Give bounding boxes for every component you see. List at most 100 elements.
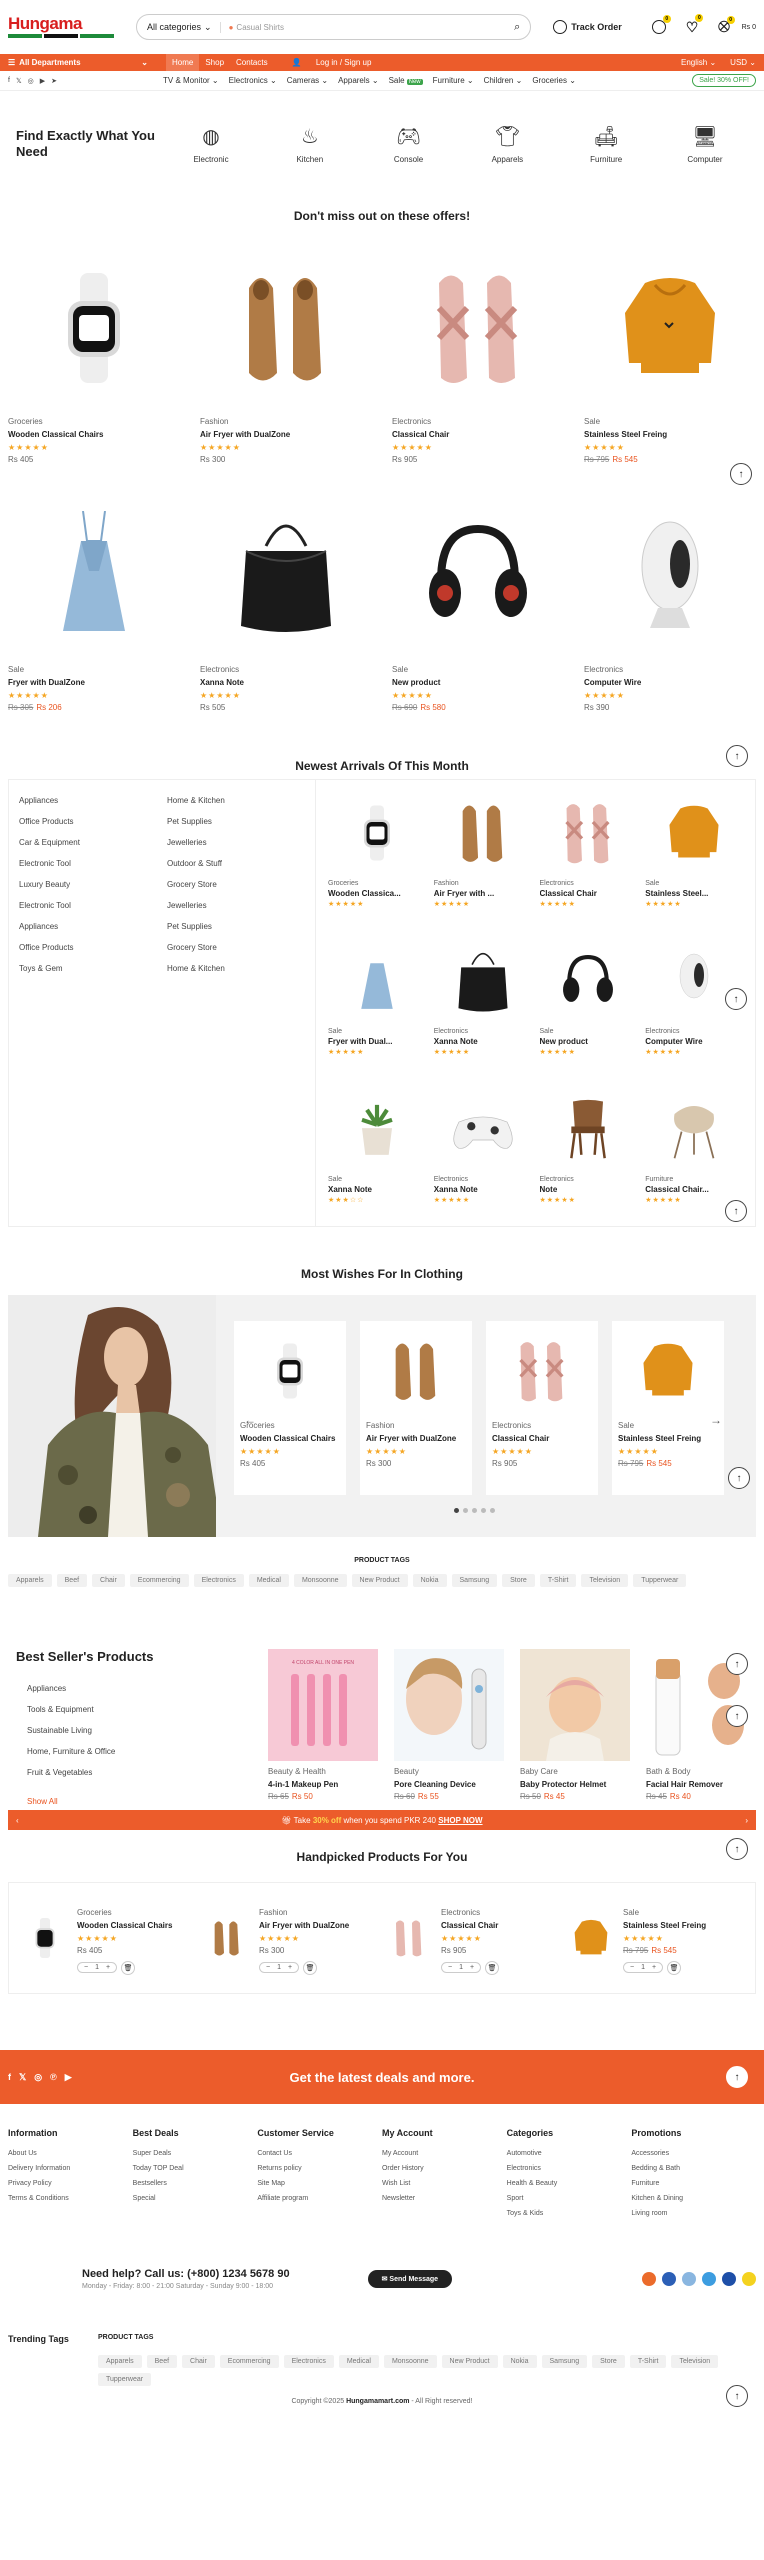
promo-next-icon[interactable]: › [745, 1816, 748, 1825]
trash-icon[interactable]: 🗑︎ [667, 1960, 682, 1975]
shop-now-link[interactable]: SHOP NOW [438, 1816, 482, 1825]
scroll-top-button[interactable]: ↑ [726, 1653, 748, 1675]
tag[interactable]: Chair [92, 1574, 125, 1587]
tag[interactable]: Medical [338, 2355, 379, 2368]
search-input[interactable]: ● Casual Shirts [229, 23, 507, 32]
scroll-top-button[interactable]: ↑ [728, 1467, 750, 1489]
tag[interactable]: Samsung [451, 1574, 498, 1587]
best-link[interactable]: Appliances [27, 1678, 253, 1699]
tag[interactable]: Apparels [8, 1574, 52, 1587]
product-card[interactable]: Electronics Xanna Note ★★★★★ [430, 1080, 536, 1228]
product-name[interactable]: Classical Chair [392, 430, 564, 439]
product-card[interactable]: Electronics Classical Chair ★★★★★ [536, 784, 642, 932]
cart-button[interactable]: ⛒ 0 [718, 15, 735, 34]
product-card[interactable]: Sale New product ★★★★★ [536, 932, 642, 1080]
product-card[interactable]: Sale Stainless Steel Freing ★★★★★ Rs 795 Rs … [571, 1897, 739, 1979]
nav-contacts[interactable]: Contacts [230, 54, 274, 71]
product-name[interactable]: New product [392, 678, 564, 687]
track-order-link[interactable]: Track Order [553, 20, 622, 34]
tag[interactable]: Beef [56, 1574, 88, 1587]
product-name[interactable]: Stainless Steel Freing [584, 430, 756, 439]
scroll-top-button[interactable]: ↑ [725, 988, 747, 1010]
scroll-top-button[interactable]: ↑ [726, 2066, 748, 2088]
product-name[interactable]: Fryer with DualZone [8, 678, 180, 687]
product-card[interactable]: Sale Stainless Steel... ★★★★★ [641, 784, 747, 932]
category-link[interactable]: Jewelleries [167, 895, 305, 916]
product-card[interactable]: 4 COLOR ALL IN ONE PEN Beauty & Health 4-i… [268, 1649, 378, 1805]
quantity-stepper[interactable]: −1 + [259, 1962, 300, 1973]
product-card[interactable]: Electronics Classical Chair ★★★★★ Rs 905−1 +… [389, 1897, 557, 1979]
pinterest-icon[interactable]: ℗ [50, 2072, 57, 2083]
tag[interactable]: Monsoonne [383, 2355, 437, 2368]
twitter-icon[interactable]: 𝕏 [16, 77, 22, 85]
facebook-icon[interactable]: f [8, 77, 10, 85]
find-apparels[interactable]: 👕︎ Apparels [472, 125, 542, 164]
tag[interactable]: Electronics [283, 2355, 334, 2368]
product-name[interactable]: Xanna Note [200, 678, 372, 687]
carousel-prev-icon[interactable]: ← [244, 1413, 256, 1427]
language-select[interactable]: English ⌄ [681, 58, 716, 67]
promo-prev-icon[interactable]: ‹ [16, 1816, 19, 1825]
category-select[interactable]: All categories ⌄ [147, 21, 221, 33]
category-groceries[interactable]: Groceries ⌄ [532, 76, 576, 85]
category-link[interactable]: Jewelleries [167, 832, 305, 853]
show-all-link[interactable]: Show All [27, 1791, 253, 1812]
tag[interactable]: Medical [248, 1574, 289, 1587]
tag[interactable]: Nokia [502, 2355, 537, 2368]
carousel-dots[interactable] [454, 1508, 495, 1513]
category-furniture[interactable]: Furniture ⌄ [433, 76, 474, 85]
product-card[interactable]: Groceries Wooden Classica... ★★★★★ [324, 784, 430, 932]
tag[interactable]: Store [502, 1574, 535, 1587]
instagram-icon[interactable]: ◎ [34, 2072, 42, 2083]
find-kitchen[interactable]: ♨ Kitchen [275, 125, 345, 164]
tag[interactable]: Ecommercing [129, 1574, 189, 1587]
category-children[interactable]: Children ⌄ [484, 76, 523, 85]
tag[interactable]: Nokia [412, 1574, 447, 1587]
tag[interactable]: Beef [146, 2355, 178, 2368]
category-link[interactable]: Pet Supplies [167, 811, 305, 832]
product-card[interactable]: Fashion Air Fryer with DualZone ★★★★★ Rs 30… [360, 1321, 472, 1495]
category-link[interactable]: Electronic Tool [19, 895, 157, 916]
scroll-top-button[interactable]: ↑ [725, 1200, 747, 1222]
quantity-stepper[interactable]: −1 + [77, 1962, 118, 1973]
product-card[interactable]: Sale Stainless Steel Freing ★★★★★ Rs 795 Rs … [612, 1321, 724, 1495]
best-link[interactable]: Fruit & Vegetables [27, 1762, 253, 1783]
find-electronic[interactable]: ◍ Electronic [176, 125, 246, 164]
category-link[interactable]: Office Products [19, 811, 157, 832]
tag[interactable]: Television [581, 1574, 629, 1587]
category-link[interactable]: Home & Kitchen [167, 790, 305, 811]
scroll-top-button[interactable]: ↑ [726, 1705, 748, 1727]
search-bar[interactable]: All categories ⌄ ● Casual Shirts ⌕ [136, 14, 532, 40]
quantity-stepper[interactable]: −1 + [623, 1962, 664, 1973]
product-card[interactable]: Sale Fryer with DualZone ★★★★★ Rs 305 Rs … [8, 493, 180, 741]
tag[interactable]: Tupperwear [633, 1574, 687, 1587]
product-card[interactable]: Fashion Air Fryer with DualZone ★★★★★ Rs… [200, 245, 372, 493]
tag[interactable]: Tupperwear [98, 2373, 152, 2386]
search-icon[interactable]: ⌕ [514, 21, 520, 34]
product-card[interactable]: Electronics Classical Chair ★★★★★ Rs 905 [486, 1321, 598, 1495]
departments-menu[interactable]: ☰ All Departments ⌄ [8, 58, 158, 67]
category-link[interactable]: Luxury Beauty [19, 874, 157, 895]
best-link[interactable]: Home, Furniture & Office [27, 1741, 253, 1762]
product-card[interactable]: Electronics Xanna Note ★★★★★ [430, 932, 536, 1080]
category-link[interactable]: Electronic Tool [19, 853, 157, 874]
best-link[interactable]: Tools & Equipment [27, 1699, 253, 1720]
tag[interactable]: T-Shirt [539, 1574, 577, 1587]
send-message-button[interactable]: ✉ Send Message [367, 2270, 453, 2288]
tag[interactable]: New Product [351, 1574, 408, 1587]
category-link[interactable]: Office Products [19, 937, 157, 958]
compare-button[interactable]: 0 [651, 15, 671, 34]
tag[interactable]: T-Shirt [629, 2355, 667, 2368]
nav-shop[interactable]: Shop [199, 54, 230, 71]
nav-home[interactable]: Home [166, 54, 200, 71]
carousel-next-icon[interactable]: → [710, 1413, 722, 1427]
category-link[interactable]: Toys & Gem [19, 958, 157, 979]
product-card[interactable]: Sale Fryer with Dual... ★★★★★ [324, 932, 430, 1080]
category-link[interactable]: Home & Kitchen [167, 958, 305, 979]
product-card[interactable]: Beauty Pore Cleaning Device Rs 60 Rs 55 [394, 1649, 504, 1805]
product-card[interactable]: Electronics Note ★★★★★ [536, 1080, 642, 1228]
trash-icon[interactable]: 🗑︎ [303, 1960, 318, 1975]
category-cameras[interactable]: Cameras ⌄ [287, 76, 328, 85]
tag[interactable]: Electronics [193, 1574, 244, 1587]
product-card[interactable]: Fashion Air Fryer with ... ★★★★★ [430, 784, 536, 932]
